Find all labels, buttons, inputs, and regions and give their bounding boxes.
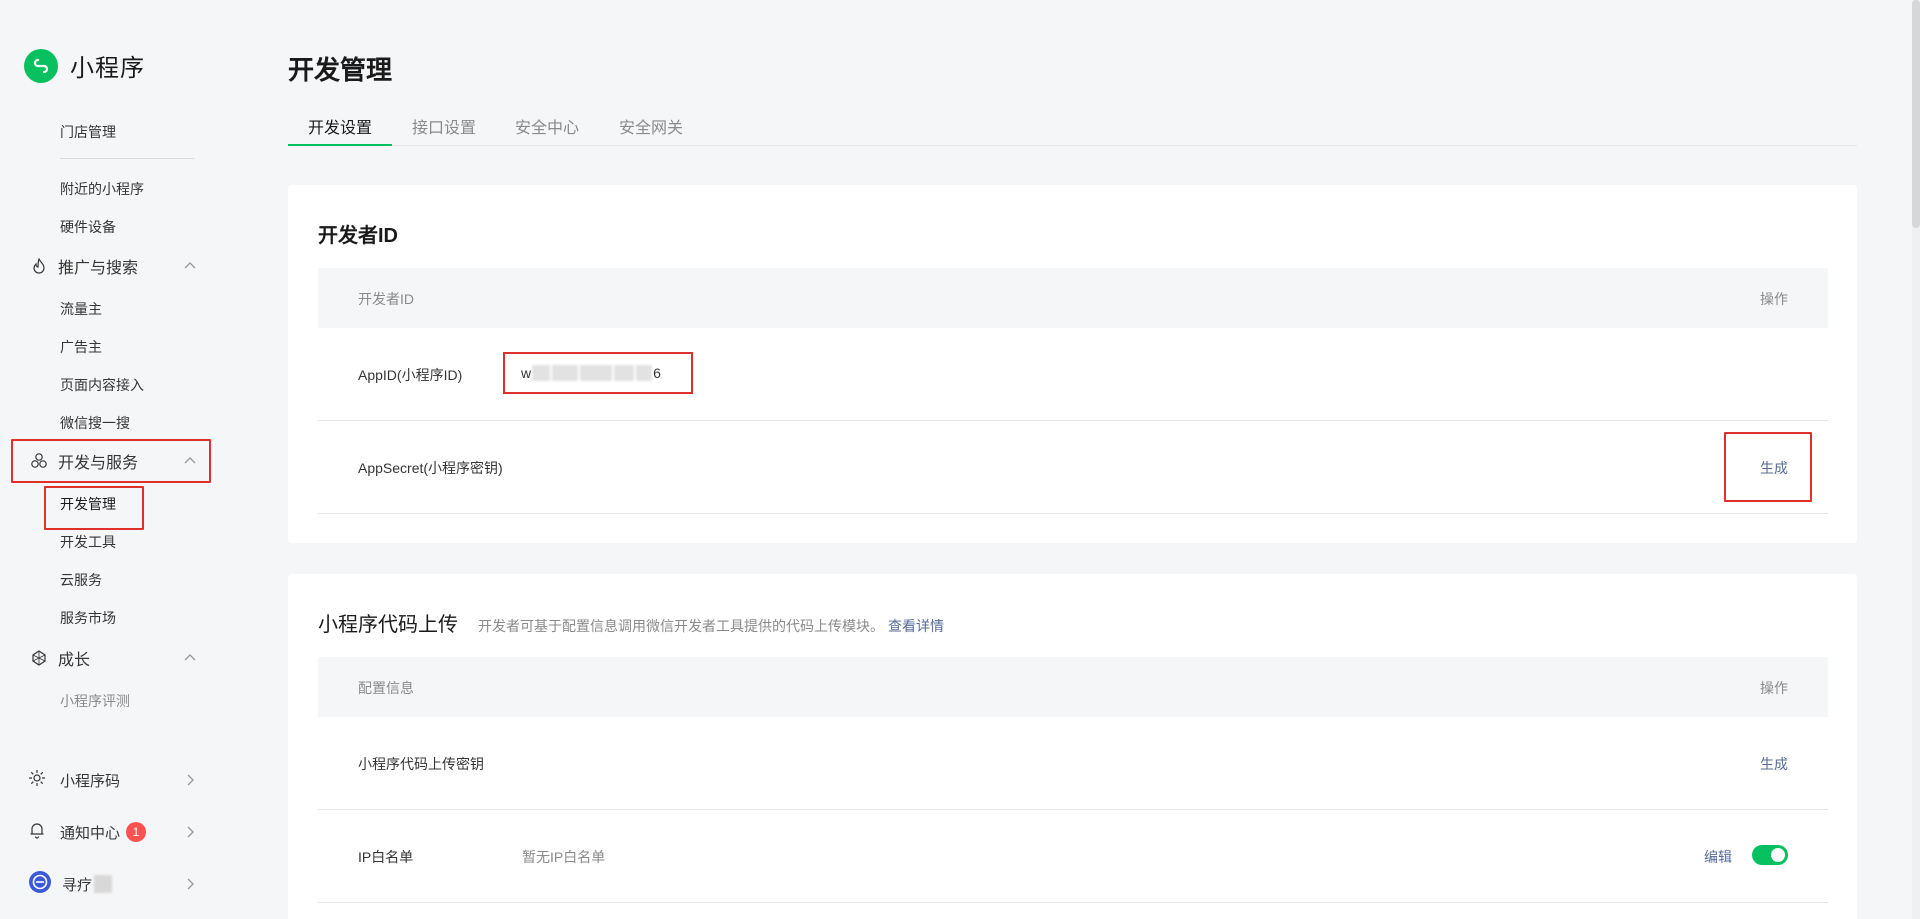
sidebar-bottom-notice[interactable]: 通知中心 1 xyxy=(28,818,198,846)
generate-upload-key-button[interactable]: 生成 xyxy=(1760,754,1788,774)
sidebar-item-wechat-search[interactable]: 微信搜一搜 xyxy=(60,413,130,433)
ip-whitelist-toggle[interactable] xyxy=(1752,845,1788,865)
brand-title: 小程序 xyxy=(70,55,145,82)
view-details-link[interactable]: 查看详情 xyxy=(888,616,944,636)
sidebar-item-traffic[interactable]: 流量主 xyxy=(60,299,102,319)
chevron-right-icon xyxy=(182,772,198,788)
table-row-ip-whitelist: IP白名单 暂无IP白名单 编辑 xyxy=(318,810,1828,903)
highlight-dev-management xyxy=(44,486,144,530)
sidebar-bottom-label: 小程序码 xyxy=(60,772,121,790)
upload-card: 小程序代码上传 开发者可基于配置信息调用微信开发者工具提供的代码上传模块。 查看… xyxy=(288,574,1857,919)
highlight-dev-group xyxy=(11,439,211,483)
upload-table-header: 配置信息 操作 xyxy=(318,657,1828,717)
bell-icon xyxy=(28,821,46,844)
account-avatar-icon xyxy=(28,870,52,899)
sidebar-bottom-qrcode[interactable]: 小程序码 xyxy=(28,766,198,794)
ip-whitelist-value: 暂无IP白名单 xyxy=(522,849,606,865)
highlight-generate-secret xyxy=(1724,432,1812,502)
masked-text xyxy=(532,365,551,381)
sidebar-item-market[interactable]: 服务市场 xyxy=(60,608,116,628)
upload-key-label: 小程序代码上传密钥 xyxy=(358,756,484,772)
sidebar-item-dev-tools[interactable]: 开发工具 xyxy=(60,532,116,552)
chevron-right-icon xyxy=(182,876,198,892)
sidebar-item-nearby[interactable]: 附近的小程序 xyxy=(60,179,144,199)
sidebar-group-label: 推广与搜索 xyxy=(58,260,139,277)
masked-text xyxy=(614,365,635,381)
app-root: 小程序 门店管理 附近的小程序 硬件设备 推广与搜索 流量主 广告主 页面内容接… xyxy=(0,0,1920,919)
tab-security-center[interactable]: 安全中心 xyxy=(495,110,599,146)
masked-account-name xyxy=(94,875,113,893)
sidebar-bottom-label: 通知中心 xyxy=(60,824,121,842)
th-devid: 开发者ID xyxy=(358,291,414,307)
tab-dev-settings[interactable]: 开发设置 xyxy=(288,110,393,146)
sidebar-group-label: 成长 xyxy=(58,652,91,669)
tab-bar: 开发设置 接口设置 安全中心 安全网关 xyxy=(288,110,1857,146)
ip-whitelist-label: IP白名单 xyxy=(358,849,414,865)
sidebar-group-promo[interactable]: 推广与搜索 xyxy=(12,246,210,286)
sidebar-bottom-account[interactable]: 寻疗 xyxy=(28,870,198,898)
sidebar-item-evaluation[interactable]: 小程序评测 xyxy=(60,691,130,711)
upload-card-desc: 开发者可基于配置信息调用微信开发者工具提供的代码上传模块。 xyxy=(478,618,884,634)
sidebar-item-hardware[interactable]: 硬件设备 xyxy=(60,217,116,237)
sun-icon xyxy=(28,769,46,792)
sidebar-item-content-access[interactable]: 页面内容接入 xyxy=(60,375,144,395)
appid-label: AppID(小程序ID) xyxy=(358,367,463,383)
page-title: 开发管理 xyxy=(288,55,393,85)
sidebar-item-advertiser[interactable]: 广告主 xyxy=(60,337,102,357)
devid-card-title: 开发者ID xyxy=(318,225,398,247)
sidebar-item-cloud[interactable]: 云服务 xyxy=(60,570,102,590)
brand[interactable]: 小程序 xyxy=(24,48,145,83)
notification-badge: 1 xyxy=(126,822,147,842)
upload-card-heading: 小程序代码上传 开发者可基于配置信息调用微信开发者工具提供的代码上传模块。 查看… xyxy=(318,608,944,637)
masked-text xyxy=(552,365,579,381)
th-config: 配置信息 xyxy=(358,680,414,696)
tab-api-settings[interactable]: 接口设置 xyxy=(392,110,496,146)
edit-ip-whitelist-button[interactable]: 编辑 xyxy=(1704,847,1732,867)
table-row-upload-key: 小程序代码上传密钥 生成 xyxy=(318,717,1828,810)
chevron-right-icon xyxy=(182,824,198,840)
upload-card-title: 小程序代码上传 xyxy=(318,614,458,636)
appid-value: w 6 xyxy=(503,352,693,394)
mini-program-logo-icon xyxy=(24,48,58,83)
masked-text xyxy=(580,365,613,381)
masked-text xyxy=(636,365,653,381)
devid-table-header: 开发者ID 操作 xyxy=(318,268,1828,328)
appid-suffix: 6 xyxy=(653,365,661,381)
th-action: 操作 xyxy=(1760,680,1788,696)
appsecret-label: AppSecret(小程序密钥) xyxy=(358,460,503,476)
chevron-up-icon xyxy=(182,650,198,666)
sidebar-item-store[interactable]: 门店管理 xyxy=(60,122,116,142)
sidebar-bottom-label: 寻疗 xyxy=(62,876,93,894)
sidebar-group-growth[interactable]: 成长 xyxy=(12,638,210,678)
th-action: 操作 xyxy=(1760,291,1788,307)
appid-prefix: w xyxy=(521,365,532,381)
scrollbar-thumb[interactable] xyxy=(1912,0,1920,228)
growth-icon xyxy=(30,649,48,667)
sidebar-divider xyxy=(60,158,194,159)
table-row-appsecret: AppSecret(小程序密钥) 生成 xyxy=(318,421,1828,514)
page-scrollbar[interactable] xyxy=(1912,0,1920,919)
tab-security-gateway[interactable]: 安全网关 xyxy=(599,110,703,146)
flame-icon xyxy=(30,257,48,275)
chevron-up-icon xyxy=(182,258,198,274)
sidebar: 小程序 门店管理 附近的小程序 硬件设备 推广与搜索 流量主 广告主 页面内容接… xyxy=(0,0,220,919)
